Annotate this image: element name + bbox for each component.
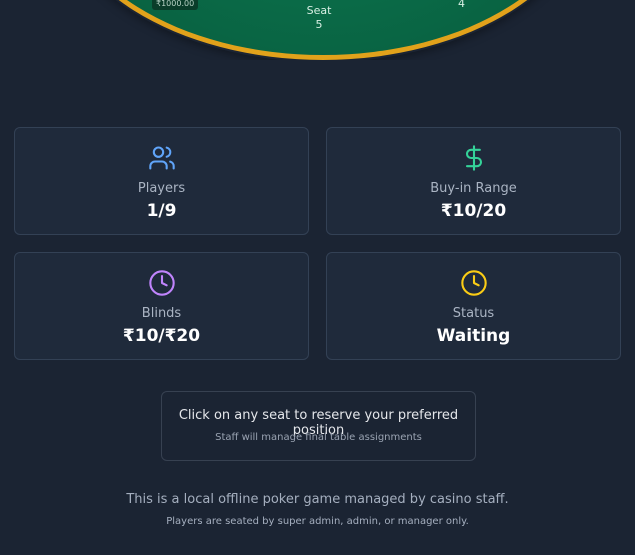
status-label: Status xyxy=(452,306,495,321)
blinds-label: Blinds xyxy=(141,306,182,321)
dollar-icon xyxy=(327,144,620,172)
blinds-card: Blinds ₹10/₹20 xyxy=(14,252,309,360)
clock-icon xyxy=(327,269,620,297)
buy-in-value: ₹10/20 xyxy=(440,201,507,221)
players-label: Players xyxy=(137,181,186,196)
seat-4-number[interactable]: 4 xyxy=(458,0,465,10)
blinds-value: ₹10/₹20 xyxy=(122,326,201,346)
status-value: Waiting xyxy=(436,326,511,346)
status-card: Status Waiting xyxy=(326,252,621,360)
footer-line-1: This is a local offline poker game manag… xyxy=(126,492,509,507)
seat-5-number[interactable]: 5 xyxy=(300,18,338,31)
buy-in-card: Buy-in Range ₹10/20 xyxy=(326,127,621,235)
players-value: 1/9 xyxy=(146,201,177,221)
poker-table: ₹1000.00 Seat 5 4 xyxy=(0,0,635,60)
players-card: Players 1/9 xyxy=(14,127,309,235)
seat-5-label[interactable]: Seat xyxy=(300,4,338,17)
footer-line-2: Players are seated by super admin, admin… xyxy=(166,516,469,527)
buy-in-label: Buy-in Range xyxy=(430,181,517,196)
users-icon xyxy=(15,144,308,172)
seat-reservation-notice: Click on any seat to reserve your prefer… xyxy=(161,391,476,461)
notice-subtitle: Staff will manage final table assignment… xyxy=(215,432,422,443)
seat-chip-stack: ₹1000.00 xyxy=(152,0,199,10)
clock-icon xyxy=(15,269,308,297)
